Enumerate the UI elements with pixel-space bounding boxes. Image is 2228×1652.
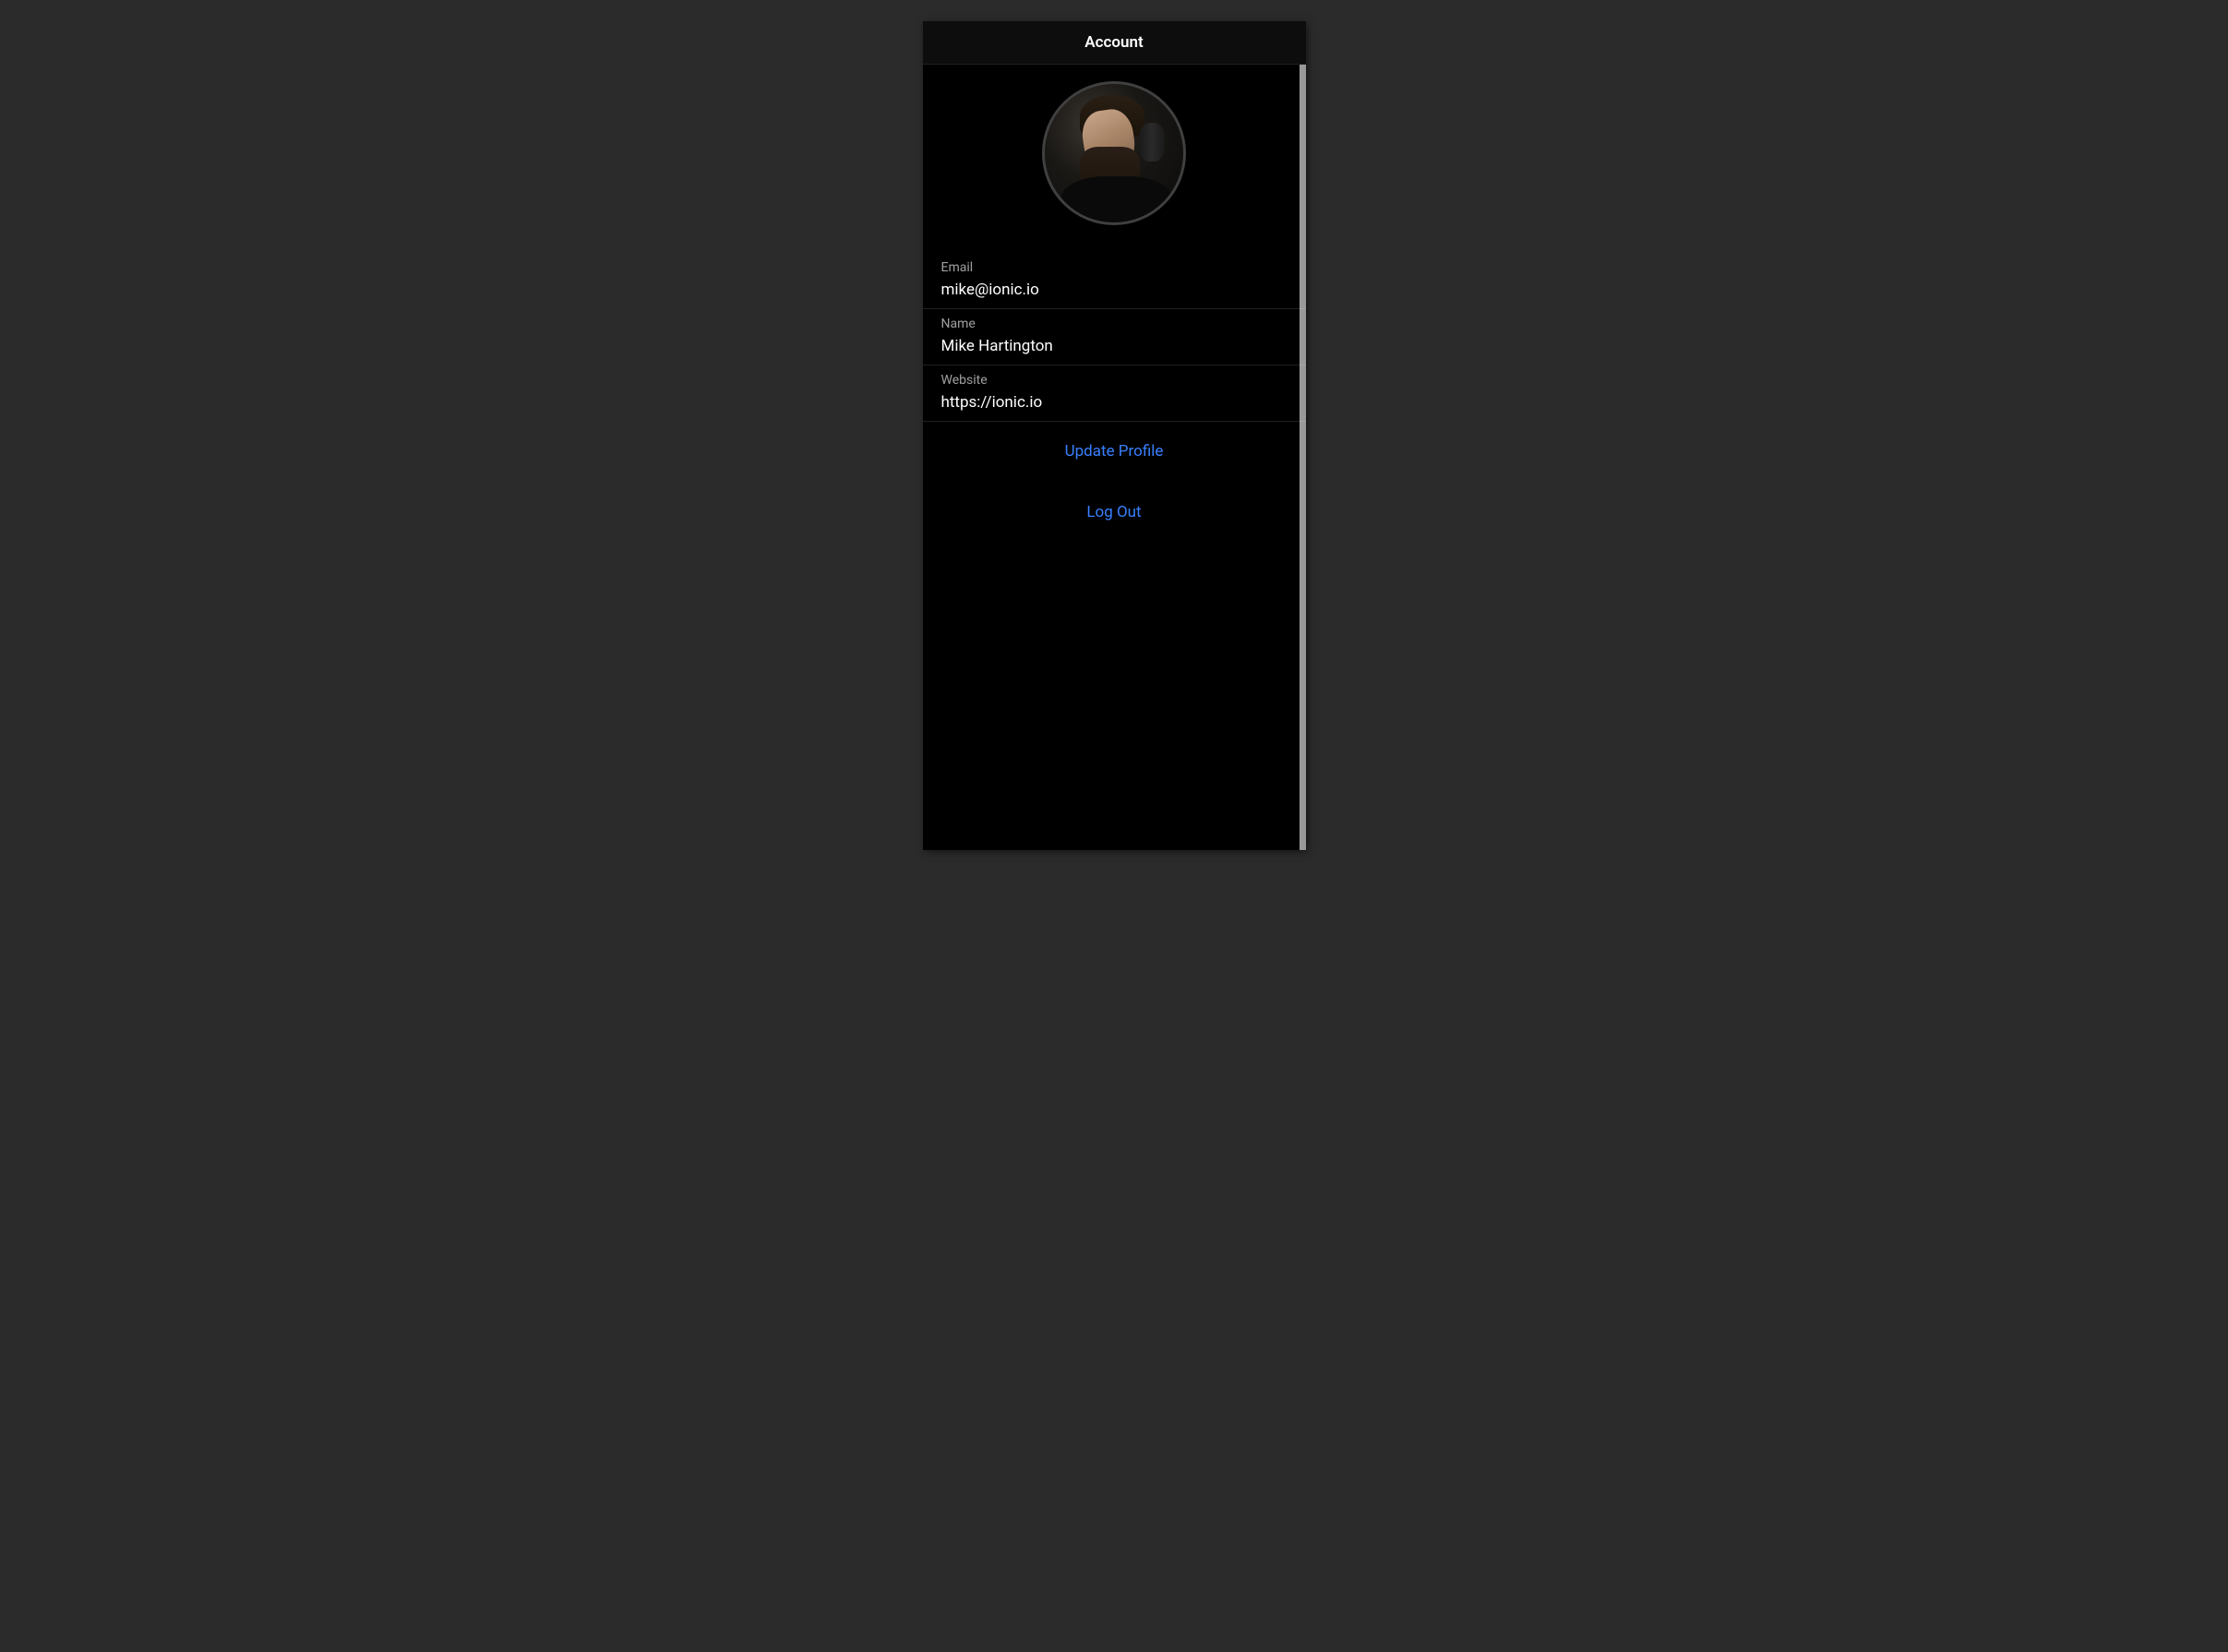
avatar-image [1045,84,1183,222]
email-item: Email [923,253,1306,309]
content-area: Email Name Website Update Profile Log Ou… [923,65,1306,850]
avatar[interactable] [1042,81,1186,225]
name-item: Name [923,309,1306,365]
page-title: Account [1084,33,1143,52]
spacer [923,473,1306,490]
log-out-button[interactable]: Log Out [923,490,1306,534]
scrollbar[interactable] [1300,65,1306,850]
update-profile-button[interactable]: Update Profile [923,429,1306,473]
email-field[interactable] [941,281,1288,299]
website-label: Website [941,373,1288,388]
header-bar: Account [923,21,1306,65]
website-field[interactable] [941,393,1288,412]
email-label: Email [941,260,1288,275]
name-label: Name [941,317,1288,331]
app-screen: Account Email Name [923,21,1306,850]
name-field[interactable] [941,337,1288,355]
website-item: Website [923,365,1306,422]
avatar-section [923,65,1306,253]
